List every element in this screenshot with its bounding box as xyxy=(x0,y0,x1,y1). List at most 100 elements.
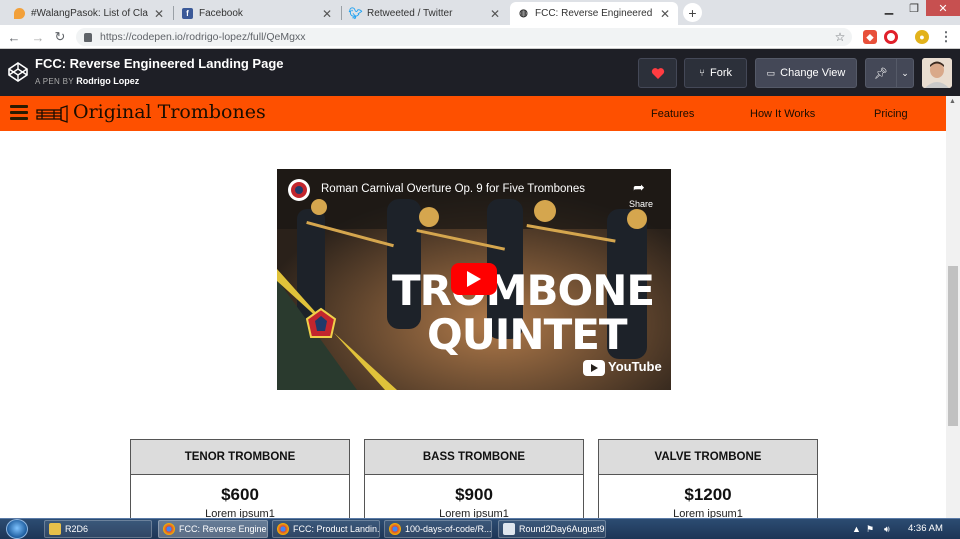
taskbar-item-fcc-product[interactable]: FCC: Product Landin... xyxy=(272,520,380,538)
pricing-card-desc: Lorem ipsum1 xyxy=(205,508,275,518)
nav-link-pricing[interactable]: Pricing xyxy=(874,108,908,120)
scroll-up-icon[interactable]: ▲ xyxy=(949,98,956,105)
page-scrollbar[interactable]: ▲ xyxy=(946,96,960,518)
page-viewport: Original Trombones Features How It Works… xyxy=(0,96,946,518)
pen-title: FCC: Reverse Engineered Landing Page xyxy=(35,56,284,71)
pen-author[interactable]: Rodrigo Lopez xyxy=(76,76,139,86)
heart-icon xyxy=(651,67,664,79)
tab-walangpasok[interactable]: #WalangPasok: List of Class susp ✕ xyxy=(6,2,172,25)
facebook-icon: f xyxy=(182,8,193,19)
pricing-card-title: VALVE TROMBONE xyxy=(599,440,817,475)
nav-link-how-it-works[interactable]: How It Works xyxy=(750,108,815,120)
tab-twitter[interactable]: 🐦︎ Retweeted / Twitter ✕ xyxy=(342,2,508,25)
back-arrow-icon[interactable]: ← xyxy=(6,29,22,45)
taskbar-item-fcc-reverse[interactable]: FCC: Reverse Engine... xyxy=(158,520,268,538)
lock-icon xyxy=(84,32,92,42)
chrome-icon xyxy=(163,523,175,535)
menu-dots-icon[interactable]: ⋮ xyxy=(938,29,954,45)
pen-by-label: A PEN BY xyxy=(35,77,74,86)
codepen-header: FCC: Reverse Engineered Landing Page A P… xyxy=(0,49,960,96)
volume-icon[interactable]: 🔊︎ xyxy=(884,524,890,535)
star-icon[interactable]: ☆ xyxy=(832,29,848,45)
start-button[interactable] xyxy=(6,519,28,539)
taskbar: R2D6 FCC: Reverse Engine... FCC: Product… xyxy=(0,518,960,539)
taskbar-item-round2[interactable]: Round2Day6August9... xyxy=(498,520,606,538)
play-icon xyxy=(467,271,481,287)
fork-label: Fork xyxy=(710,67,732,79)
taskbar-item-r2d6[interactable]: R2D6 xyxy=(44,520,152,538)
chevron-down-icon: ⌄ xyxy=(901,67,909,78)
pricing-card-price: $1200 xyxy=(684,485,732,504)
new-tab-button[interactable]: + xyxy=(683,3,702,22)
hamburger-menu-icon[interactable] xyxy=(10,105,28,121)
avatar-photo xyxy=(922,58,952,88)
forward-arrow-icon[interactable]: → xyxy=(30,29,46,45)
play-button[interactable] xyxy=(451,263,497,295)
tab-codepen[interactable]: ◍ FCC: Reverse Engineered Landing ✕ xyxy=(510,2,678,25)
site-brand[interactable]: Original Trombones xyxy=(73,101,266,123)
taskbar-item-label: 100-days-of-code/R... xyxy=(405,524,492,534)
browser-tab-strip: #WalangPasok: List of Class susp ✕ f Fac… xyxy=(0,0,960,25)
pricing-card-title: BASS TROMBONE xyxy=(365,440,583,475)
taskbar-item-label: Round2Day6August9... xyxy=(519,524,606,534)
twitter-icon: 🐦︎ xyxy=(348,8,363,20)
site-navbar: Original Trombones Features How It Works… xyxy=(0,96,946,131)
pricing-card-desc: Lorem ipsum1 xyxy=(673,508,743,518)
flag-icon[interactable]: ⚑ xyxy=(866,524,874,535)
chrome-icon xyxy=(277,523,289,535)
pricing-card-price: $900 xyxy=(455,485,493,504)
window-close-button[interactable]: ✕ xyxy=(926,0,960,16)
heart-button[interactable] xyxy=(638,58,677,88)
video-overlay-line1: TROMBONE xyxy=(392,266,655,315)
pricing-card-title: TENOR TROMBONE xyxy=(131,440,349,475)
opera-extension-icon[interactable] xyxy=(884,30,898,44)
pushpin-icon: 📌︎ xyxy=(874,67,888,80)
document-icon xyxy=(503,523,515,535)
scrollbar-thumb[interactable] xyxy=(948,266,958,426)
chrome-icon xyxy=(389,523,401,535)
youtube-logo-icon[interactable] xyxy=(583,360,605,376)
globe-icon: ◍ xyxy=(519,8,528,19)
trombone-logo-icon xyxy=(36,105,68,123)
close-icon[interactable]: ✕ xyxy=(660,7,670,21)
fork-icon: ⑂ xyxy=(699,67,705,79)
nav-link-features[interactable]: Features xyxy=(651,108,694,120)
share-icon[interactable]: ➦ xyxy=(633,179,645,196)
restore-button[interactable]: ❐ xyxy=(903,0,925,16)
youtube-video-embed[interactable]: Roman Carnival Overture Op. 9 for Five T… xyxy=(277,169,671,390)
taskbar-item-label: FCC: Reverse Engine... xyxy=(179,524,268,534)
fork-button[interactable]: ⑂ Fork xyxy=(684,58,747,88)
tab-label: FCC: Reverse Engineered Landing xyxy=(535,8,654,19)
pin-icon xyxy=(14,8,25,19)
minimize-button[interactable]: ▁ xyxy=(878,0,900,16)
tab-facebook[interactable]: f Facebook ✕ xyxy=(174,2,340,25)
codepen-logo-icon[interactable] xyxy=(8,62,28,82)
extension-icon[interactable]: ● xyxy=(915,30,929,44)
close-icon[interactable]: ✕ xyxy=(154,7,164,21)
tab-label: Facebook xyxy=(199,8,243,19)
change-view-label: Change View xyxy=(780,67,846,79)
reload-icon[interactable]: ↻ xyxy=(52,29,68,45)
url-field[interactable]: https://codepen.io/rodrigo-lopez/full/Qe… xyxy=(76,28,852,46)
pricing-card-desc: Lorem ipsum1 xyxy=(439,508,509,518)
address-bar-row: ← → ↻ https://codepen.io/rodrigo-lopez/f… xyxy=(0,25,960,49)
close-icon[interactable]: ✕ xyxy=(490,7,500,21)
taskbar-item-100-days[interactable]: 100-days-of-code/R... xyxy=(384,520,492,538)
close-icon[interactable]: ✕ xyxy=(322,7,332,21)
pin-button[interactable]: 📌︎ xyxy=(865,58,897,88)
taskbar-item-label: FCC: Product Landin... xyxy=(293,524,380,534)
taskbar-item-label: R2D6 xyxy=(65,524,89,534)
share-label[interactable]: Share xyxy=(629,199,653,209)
shield-extension-icon[interactable]: ◆ xyxy=(863,30,877,44)
pin-dropdown-button[interactable]: ⌄ xyxy=(896,58,914,88)
pricing-card-bass: BASS TROMBONE $900 Lorem ipsum1 xyxy=(364,439,584,518)
folder-icon xyxy=(49,523,61,535)
youtube-label: YouTube xyxy=(608,359,662,374)
video-title[interactable]: Roman Carnival Overture Op. 9 for Five T… xyxy=(321,183,585,195)
tab-label: Retweeted / Twitter xyxy=(367,8,453,19)
change-view-button[interactable]: ▭ Change View xyxy=(755,58,857,88)
window-icon: ▭ xyxy=(766,67,776,78)
tray-expand-icon[interactable]: ▲ xyxy=(852,524,861,534)
avatar[interactable] xyxy=(922,58,952,88)
clock[interactable]: 4:36 AM xyxy=(908,523,943,534)
